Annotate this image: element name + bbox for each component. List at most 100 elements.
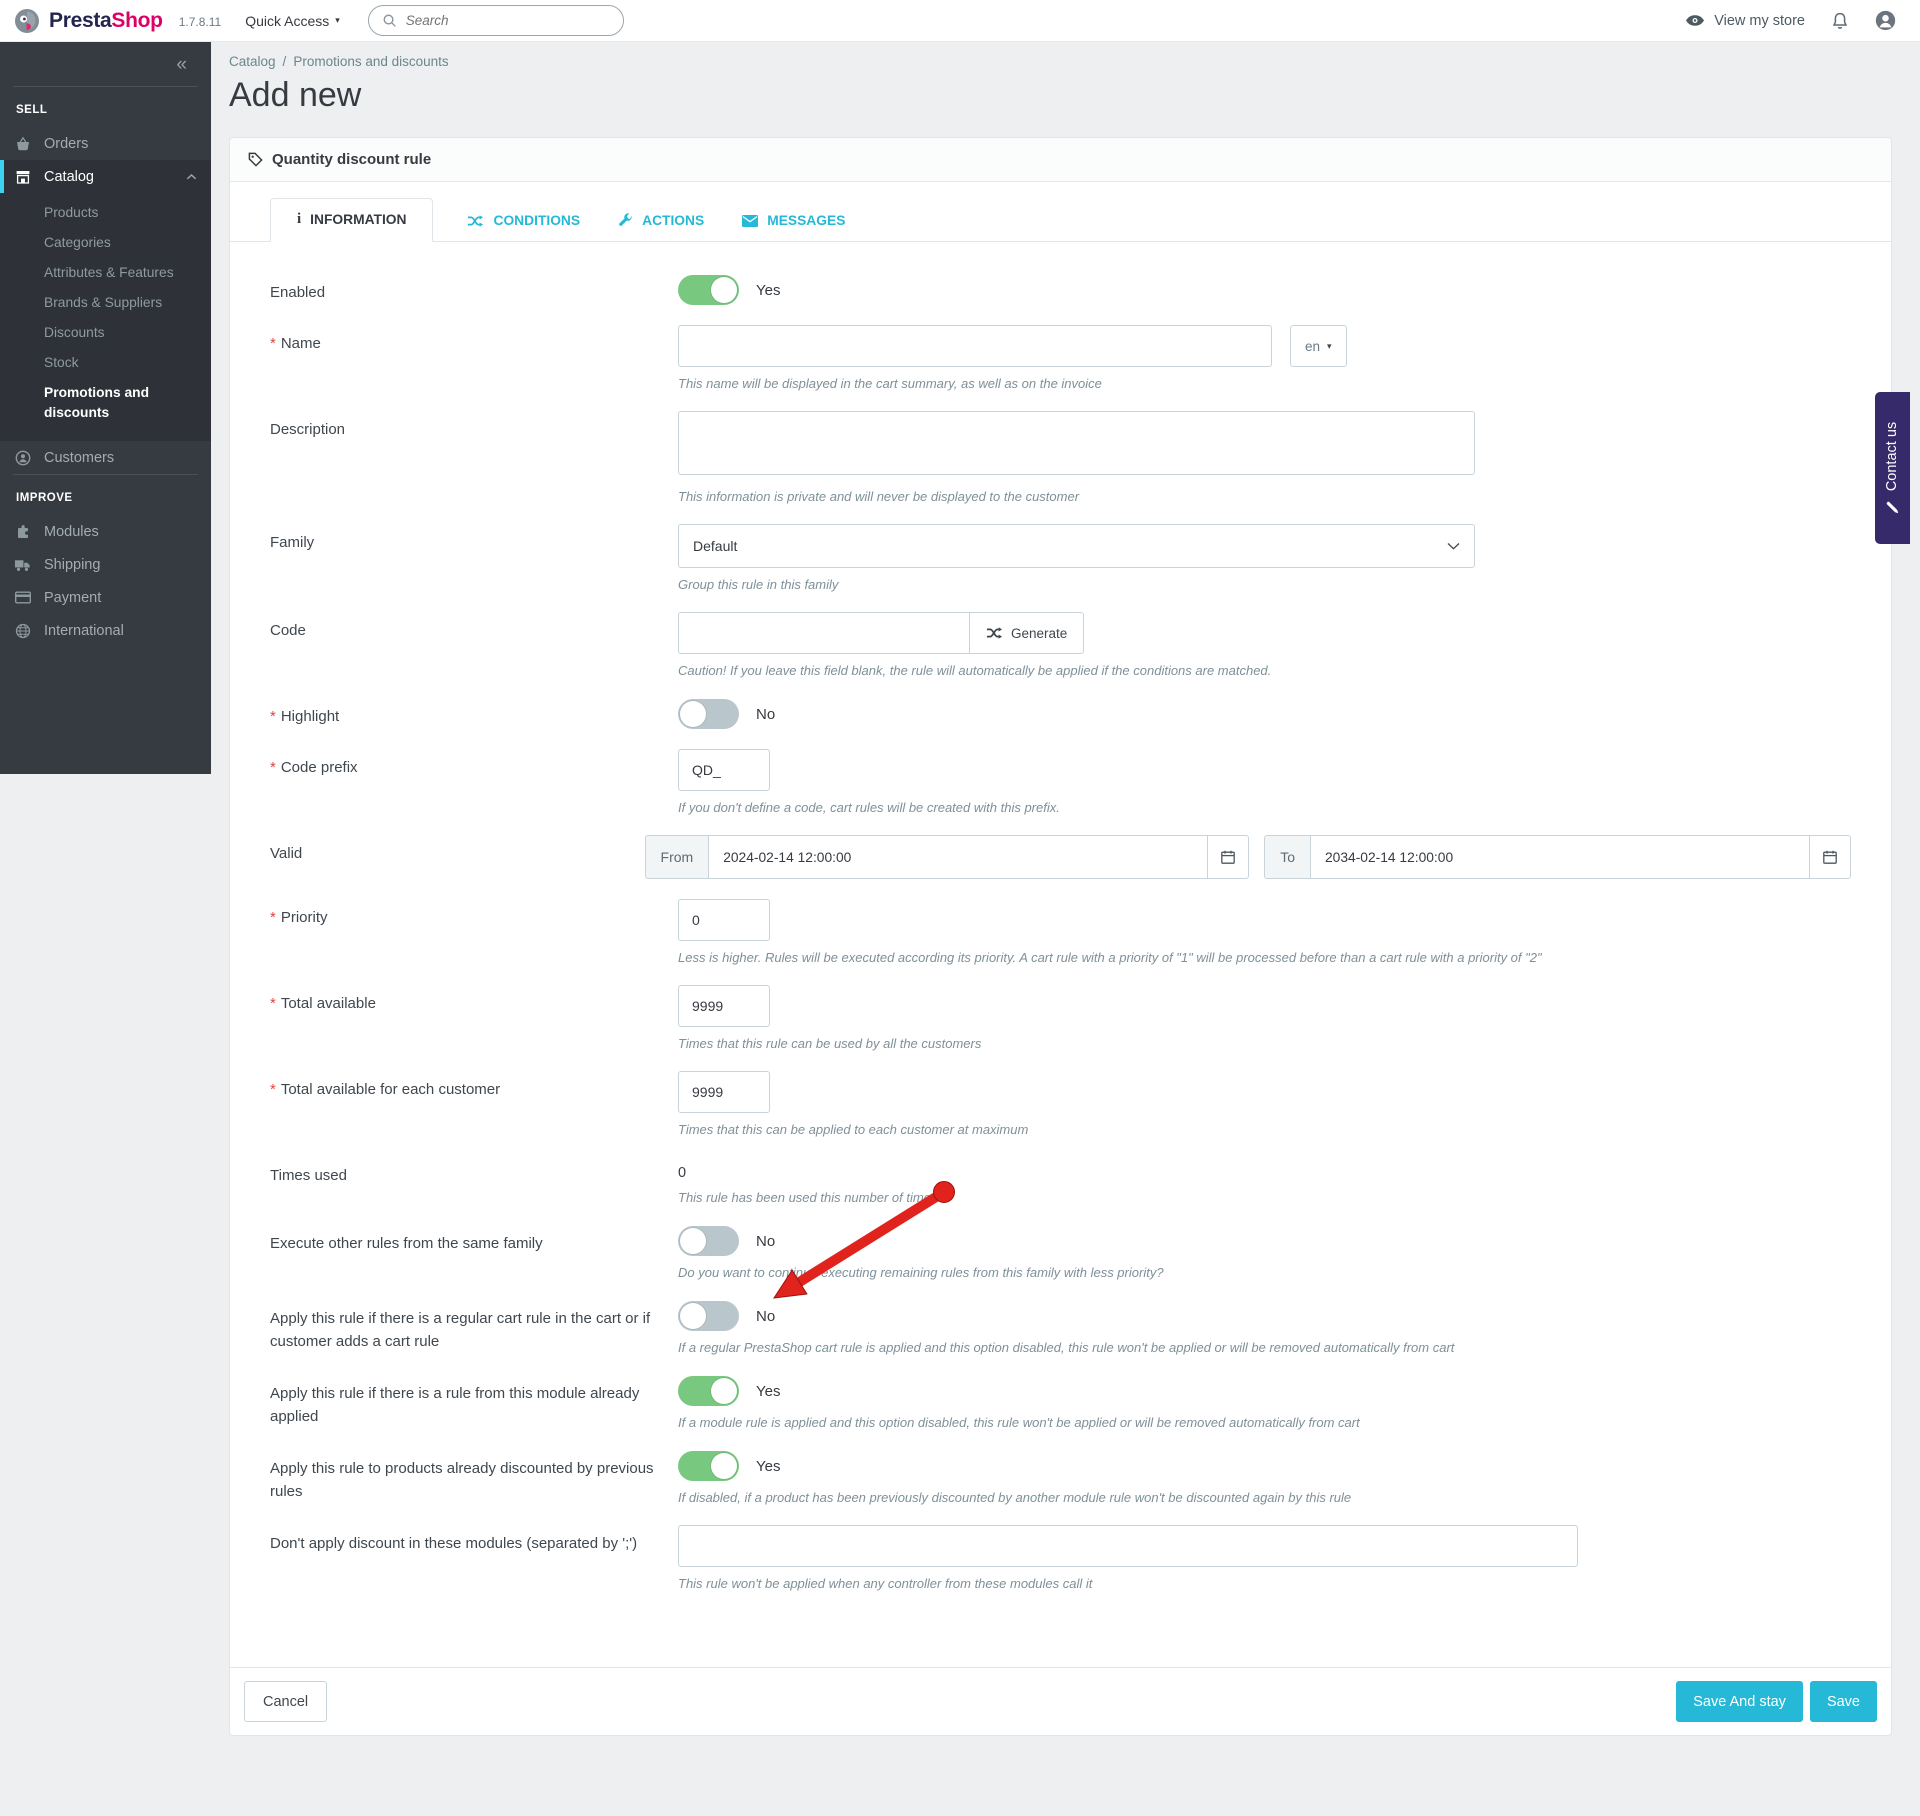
calendar-icon[interactable] xyxy=(1809,835,1851,879)
save-and-stay-button[interactable]: Save And stay xyxy=(1676,1681,1803,1722)
form-row-execute_other_rules: Execute other rules from the same family… xyxy=(270,1225,1851,1280)
sidebar-item-orders[interactable]: Orders xyxy=(0,127,211,160)
execute_other_rules-toggle[interactable] xyxy=(678,1226,739,1256)
field-helper: Times that this rule can be used by all … xyxy=(678,1036,982,1051)
toggle-knob xyxy=(711,1453,737,1479)
sidebar-collapse-button[interactable]: « xyxy=(176,55,187,74)
search-input[interactable] xyxy=(405,13,610,28)
calendar-icon[interactable] xyxy=(1207,835,1250,879)
field-label-text: Apply this rule to products already disc… xyxy=(270,1460,654,1500)
sidebar-subitem-stock[interactable]: Stock xyxy=(0,348,211,378)
profile-avatar-icon[interactable] xyxy=(1875,10,1896,31)
notification-bell-icon[interactable] xyxy=(1832,12,1848,30)
toggle-knob xyxy=(680,701,706,727)
tab-actions[interactable]: ACTIONS xyxy=(614,201,708,241)
form-row-enabled: Enabled Yes xyxy=(270,274,1851,305)
enabled-toggle[interactable] xyxy=(678,275,739,305)
toggle-line: No xyxy=(678,699,1851,729)
required-asterisk: * xyxy=(270,995,276,1012)
toggle-state-label: Yes xyxy=(756,1382,781,1400)
field-label: Apply this rule if there is a rule from … xyxy=(270,1375,678,1430)
field-helper: Group this rule in this family xyxy=(678,577,839,592)
select-value: Default xyxy=(693,538,738,554)
form-row-family: Family Default Group this rule in this fam… xyxy=(270,524,1851,592)
field-helper: Times that this can be applied to each c… xyxy=(678,1122,1029,1137)
sidebar-subitem-discounts[interactable]: Discounts xyxy=(0,318,211,348)
generate-label: Generate xyxy=(1011,625,1068,641)
highlight-toggle[interactable] xyxy=(678,699,739,729)
apply_discounted-toggle[interactable] xyxy=(678,1451,739,1481)
field-helper: This name will be displayed in the cart … xyxy=(678,376,1102,391)
panel-title: Quantity discount rule xyxy=(272,151,432,168)
family-select[interactable]: Default xyxy=(678,524,1475,568)
field-helper: If disabled, if a product has been previ… xyxy=(678,1490,1352,1505)
sidebar-subitem-categories[interactable]: Categories xyxy=(0,228,211,258)
sidebar-item-modules[interactable]: Modules xyxy=(0,515,211,548)
field-control: Generate Caution! If you leave this field… xyxy=(678,612,1851,678)
tab-label: INFORMATION xyxy=(310,212,407,227)
field-label: * Code prefix xyxy=(270,749,678,815)
field-label-text: Name xyxy=(280,335,321,352)
sidebar-item-payment[interactable]: Payment xyxy=(0,581,211,614)
tab-label: ACTIONS xyxy=(642,213,705,228)
sidebar-item-shipping[interactable]: Shipping xyxy=(0,548,211,581)
language-code: en xyxy=(1305,338,1321,354)
generate-button[interactable]: Generate xyxy=(969,612,1085,654)
form-row-highlight: * Highlight No xyxy=(270,698,1851,729)
form-row-total_available: *Total available Times that this rule can… xyxy=(270,985,1851,1051)
globe-icon xyxy=(14,623,31,639)
top-header: PrestaShop 1.7.8.11 Quick Access ▾ View … xyxy=(0,0,1920,42)
required-asterisk: * xyxy=(270,1081,276,1098)
field-control: Times that this can be applied to each c… xyxy=(678,1071,1851,1137)
breadcrumb-parent[interactable]: Catalog xyxy=(229,54,276,69)
contact-us-tab[interactable]: Contact us xyxy=(1875,392,1910,544)
date-to-input[interactable] xyxy=(1311,835,1809,879)
field-label-text: Code xyxy=(270,622,306,639)
field-control: Less is higher. Rules will be executed a… xyxy=(678,899,1851,965)
date-from-input[interactable] xyxy=(709,835,1208,879)
tab-messages[interactable]: MESSAGES xyxy=(738,201,849,241)
code-input[interactable] xyxy=(678,612,970,654)
view-my-store-link[interactable]: View my store xyxy=(1685,13,1805,29)
quick-access-menu[interactable]: Quick Access ▾ xyxy=(245,13,340,29)
shuffle-icon xyxy=(467,214,484,228)
language-selector[interactable]: en ▾ xyxy=(1290,325,1347,367)
sidebar-item-international[interactable]: International xyxy=(0,614,211,647)
sidebar-subitem-products[interactable]: Products xyxy=(0,198,211,228)
version-label: 1.7.8.11 xyxy=(178,15,222,29)
sidebar-subitem-brands-suppliers[interactable]: Brands & Suppliers xyxy=(0,288,211,318)
breadcrumb-current[interactable]: Promotions and discounts xyxy=(293,54,448,69)
name-input[interactable] xyxy=(678,325,1272,367)
total_available-input[interactable] xyxy=(678,985,770,1027)
description-textarea[interactable] xyxy=(678,411,1475,475)
sidebar-item-customers[interactable]: Customers xyxy=(0,441,211,474)
sidebar-subitem-attributes-features[interactable]: Attributes & Features xyxy=(0,258,211,288)
exclude_modules-input[interactable] xyxy=(678,1525,1578,1567)
sidebar-item-catalog[interactable]: Catalog xyxy=(0,160,211,193)
total_available_each-input[interactable] xyxy=(678,1071,770,1113)
save-button[interactable]: Save xyxy=(1809,1681,1877,1722)
eye-icon xyxy=(1685,14,1705,27)
field-label-text: Apply this rule if there is a regular ca… xyxy=(270,1310,651,1350)
sidebar-subitem-promotions-and-discounts[interactable]: Promotions and discounts xyxy=(0,378,211,428)
cancel-button[interactable]: Cancel xyxy=(244,1681,328,1722)
form-row-apply_module_rule: Apply this rule if there is a rule from … xyxy=(270,1375,1851,1430)
field-label: Times used xyxy=(270,1157,678,1205)
form-row-apply_discounted: Apply this rule to products already disc… xyxy=(270,1450,1851,1505)
global-search[interactable] xyxy=(367,5,624,36)
prestashop-logo[interactable]: PrestaShop 1.7.8.11 xyxy=(14,8,221,34)
code_prefix-input[interactable] xyxy=(678,749,770,791)
toggle-knob xyxy=(680,1228,706,1254)
apply_module_rule-toggle[interactable] xyxy=(678,1376,739,1406)
rule-form: Enabled Yes * Name en ▾ This name will be disp… xyxy=(230,242,1891,1667)
priority-input[interactable] xyxy=(678,899,770,941)
apply_cart_rule-toggle[interactable] xyxy=(678,1301,739,1331)
field-control: No xyxy=(678,698,1851,729)
tab-conditions[interactable]: CONDITIONS xyxy=(463,201,584,241)
field-label-text: Total available xyxy=(280,995,376,1012)
toggle-line: No xyxy=(678,1301,1851,1331)
field-control: If you don't define a code, cart rules w… xyxy=(678,749,1851,815)
toggle-state-label: Yes xyxy=(756,1457,781,1475)
tab-information[interactable]: i INFORMATION xyxy=(270,198,434,242)
main-content: Catalog / Promotions and discounts Add n… xyxy=(211,42,1920,1816)
